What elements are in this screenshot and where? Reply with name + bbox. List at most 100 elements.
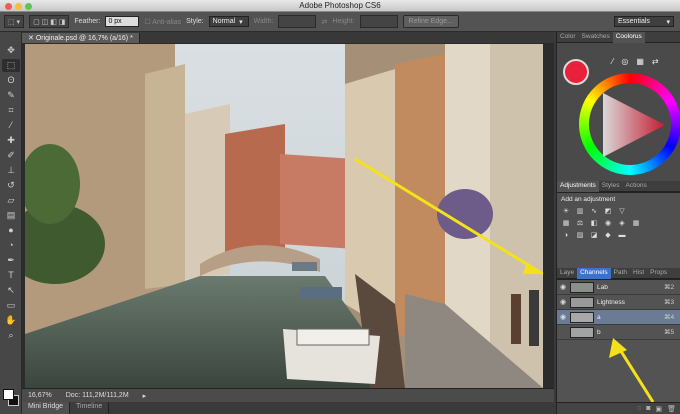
channel-row-lightness[interactable]: ◉ Lightness ⌘3 [557,295,680,310]
chevron-down-icon: ▾ [239,18,243,26]
history-brush-icon[interactable]: ↺ [2,179,20,192]
channel-shortcut: ⌘2 [664,284,675,291]
crop-icon[interactable]: ⌗ [2,104,20,117]
tab-swatches[interactable]: Swatches [579,32,613,43]
channel-row-lab[interactable]: ◉ Lab ⌘2 [557,280,680,295]
zoom-icon[interactable]: ⌕ [2,329,20,342]
tool-preset-picker[interactable]: ⬚ ▾ [4,15,25,28]
quick-select-icon[interactable]: ✎ [2,89,20,102]
curves-icon[interactable]: ∿ [589,208,599,216]
foreground-color-swatch[interactable] [3,389,14,400]
chevron-right-icon[interactable]: ▸ [143,392,147,400]
color-lookup-icon[interactable]: ▦ [631,220,641,228]
eyedropper-icon[interactable]: ⁄ [612,57,613,66]
saturation-triangle[interactable] [589,83,671,165]
tab-timeline[interactable]: Timeline [70,402,110,414]
adjustment-row-2: ▦ ⚖ ◧ ◉ ◈ ▦ [557,218,680,230]
selective-color-icon[interactable]: ◆ [603,232,613,240]
title-bar: Adobe Photoshop CS6 [0,0,680,12]
blur-icon[interactable]: ● [2,224,20,237]
eyedropper-icon[interactable]: ⁄ [2,119,20,132]
workspace-select[interactable]: Essentials ▾ [614,16,674,27]
posterize-icon[interactable]: ▨ [575,232,585,240]
move-icon[interactable]: ✥ [2,44,20,57]
hand-icon[interactable]: ✋ [2,314,20,327]
tab-coolorus[interactable]: Coolorus [612,32,645,43]
brightness-icon[interactable]: ☀ [561,208,571,216]
hue-saturation-icon[interactable]: ▦ [561,220,571,228]
levels-icon[interactable]: ▥ [575,208,585,216]
bottom-panel-tabs: Mini Bridge Timeline [22,402,554,414]
grid-icon[interactable]: ▦ [636,57,644,66]
feather-input[interactable]: 0 px [105,16,140,27]
healing-icon[interactable]: ✚ [2,134,20,147]
image-canvas[interactable] [25,44,543,388]
black-white-icon[interactable]: ◧ [589,220,599,228]
tab-adjustments[interactable]: Adjustments [557,181,599,192]
exposure-icon[interactable]: ◩ [603,208,613,216]
marquee-icon[interactable]: ⬚ [2,59,20,72]
antialias-checkbox[interactable]: ☐ Anti-alias [144,18,181,26]
brush-icon[interactable]: ✐ [2,149,20,162]
adjustments-title: Add an adjustment [561,196,616,203]
antialias-label: Anti-alias [152,18,182,26]
threshold-icon[interactable]: ◪ [589,232,599,240]
gradient-icon[interactable]: ▤ [2,209,20,222]
vibrance-icon[interactable]: ▽ [617,208,627,216]
right-panel-dock: Color Swatches Coolorus ⁄ ◎ ▦ ⇄ Adjustme… [556,32,680,414]
document-window: ✕ Originale.psd @ 16,7% (a/16) * [22,32,554,402]
style-select[interactable]: Normal ▾ [208,16,249,27]
path-select-icon[interactable]: ↖ [2,284,20,297]
refine-edge-button[interactable]: Refine Edge... [402,15,459,28]
channel-mixer-icon[interactable]: ◈ [617,220,627,228]
tab-properties[interactable]: Props [647,268,670,279]
save-selection-icon[interactable]: ◙ [646,405,650,412]
tab-layers[interactable]: Laye [557,268,577,279]
dodge-icon[interactable]: ◔ [2,239,20,252]
shape-icon[interactable]: ▭ [2,299,20,312]
tab-mini-bridge[interactable]: Mini Bridge [22,402,71,414]
width-input[interactable] [278,15,317,28]
lasso-icon[interactable]: ʘ [2,74,20,87]
pen-icon[interactable]: ✒ [2,254,20,267]
stamp-icon[interactable]: ⊥ [2,164,20,177]
chevron-down-icon: ▾ [666,18,670,26]
eye-icon[interactable]: ◉ [559,283,567,291]
document-tab[interactable]: ✕ Originale.psd @ 16,7% (a/16) * [22,33,140,43]
tab-history[interactable]: Hist [630,268,647,279]
wheel-tool-icons[interactable]: ⁄ ◎ ▦ ⇄ [612,57,659,66]
document-tab-label: Originale.psd @ 16,7% (a/16) * [35,35,133,42]
swap-icon[interactable]: ⇄ [652,57,659,66]
wheel-mode-icon[interactable]: ◎ [621,57,628,66]
eraser-icon[interactable]: ▱ [2,194,20,207]
new-channel-icon[interactable]: ▣ [655,405,662,413]
foreground-color-preview[interactable] [563,59,589,85]
gradient-map-icon[interactable]: ▬ [617,232,627,240]
channels-panel-footer: ◌ ◙ ▣ 🗑 [557,402,680,414]
eye-icon[interactable]: ◉ [559,298,567,306]
tab-styles[interactable]: Styles [599,181,623,192]
tab-actions[interactable]: Actions [622,181,649,192]
coolorus-color-wheel-panel: ⁄ ◎ ▦ ⇄ [557,43,680,181]
adjustments-panel: Add an adjustment ☀ ▥ ∿ ◩ ▽ ▦ ⚖ ◧ ◉ ◈ ▦ … [557,192,680,268]
invert-icon[interactable]: ◑ [561,232,571,240]
tab-paths[interactable]: Path [611,268,630,279]
load-selection-icon[interactable]: ◌ [637,405,641,412]
tab-color[interactable]: Color [557,32,579,43]
trash-icon[interactable]: 🗑 [667,405,676,413]
workspace-value: Essentials [618,18,650,25]
color-balance-icon[interactable]: ⚖ [575,220,585,228]
channels-panel-tabs: Laye Channels Path Hist Props [557,268,680,279]
close-icon[interactable]: ✕ [28,35,36,42]
width-label: Width: [253,18,274,25]
style-value: Normal [212,18,236,25]
tab-channels[interactable]: Channels [577,268,611,279]
height-input[interactable] [359,15,398,28]
swap-icon[interactable]: ⇄ [321,18,327,26]
photo-filter-icon[interactable]: ◉ [603,220,613,228]
options-bar: ⬚ ▾ ▢ ◫ ◧ ◨ Feather: 0 px ☐ Anti-alias S… [0,12,680,32]
selection-mode-buttons[interactable]: ▢ ◫ ◧ ◨ [29,15,70,28]
zoom-level[interactable]: 16,67% [28,392,52,399]
document-size: Doc: 111,2M/111,2M [65,392,129,399]
type-icon[interactable]: T [2,269,20,282]
